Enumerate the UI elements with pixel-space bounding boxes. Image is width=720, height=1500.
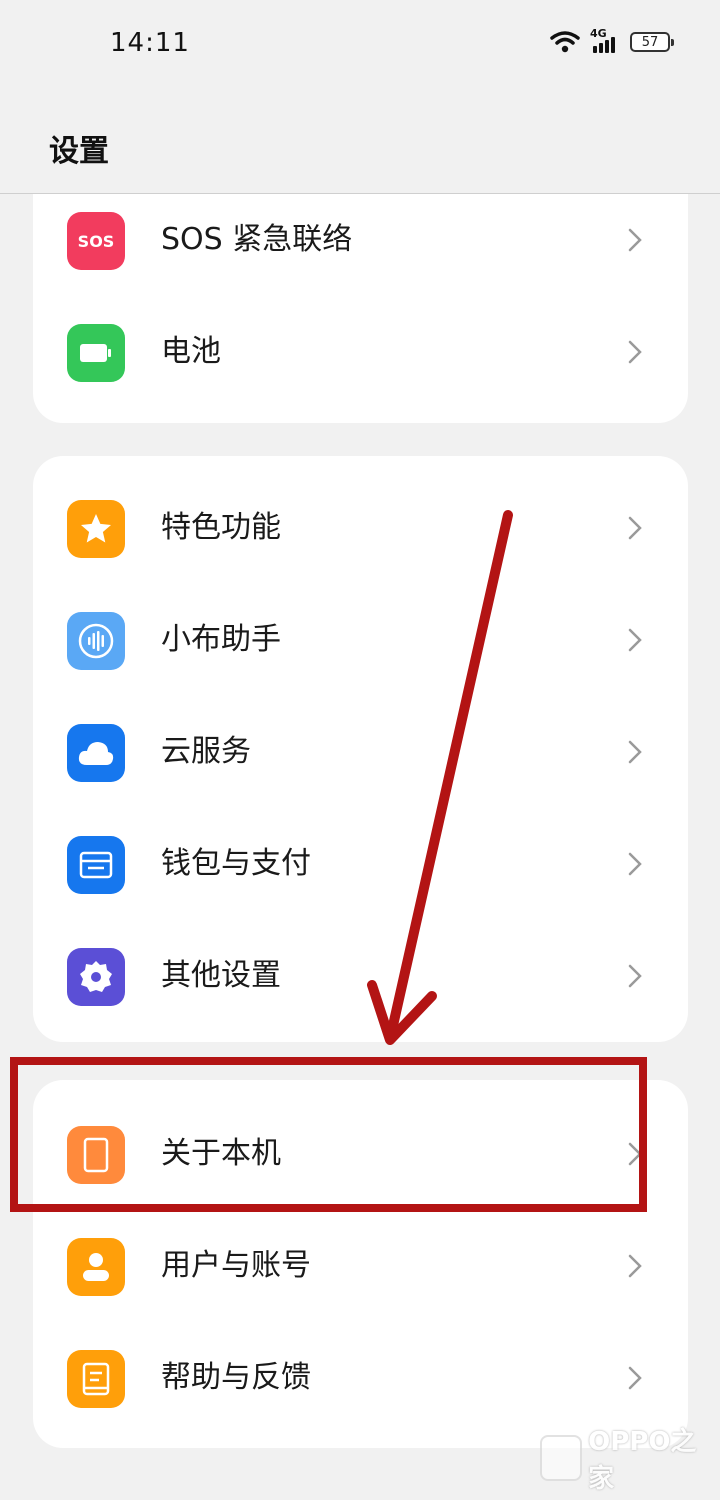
settings-item-label: 帮助与反馈 [161,1360,311,1395]
battery-status-icon: 57 [630,32,674,52]
sos-icon: SOS [67,212,125,270]
settings-item-user-account[interactable]: 用户与账号 [33,1210,688,1322]
chevron-right-icon [628,852,642,876]
gear-icon [67,948,125,1006]
settings-item-other-settings[interactable]: 其他设置 [33,920,688,1032]
chevron-right-icon [628,1366,642,1390]
watermark-text: OPPO之家 [588,1427,697,1494]
settings-list[interactable]: SOS SOS 紧急联络 电池 特色功能 小布助手 云服务 钱包与支付 其他设置… [0,194,720,1500]
cloud-icon [67,724,125,782]
chevron-right-icon [628,516,642,540]
settings-item-label: 云服务 [161,734,251,769]
chevron-right-icon [628,964,642,988]
settings-item-label: 用户与账号 [161,1248,311,1283]
page-title: 设置 [49,134,109,169]
chevron-right-icon [628,1254,642,1278]
chevron-right-icon [628,740,642,764]
settings-card-features: 特色功能 小布助手 云服务 钱包与支付 其他设置 [33,456,688,1042]
status-time: 14:11 [110,28,190,58]
settings-item-label: SOS 紧急联络 [161,222,353,257]
settings-card-safety: SOS SOS 紧急联络 电池 [33,194,688,423]
user-icon [67,1238,125,1296]
watermark: OPPO之家 [540,1427,710,1494]
wifi-icon [550,31,580,53]
status-icons: 4G 57 [550,28,674,54]
settings-item-label: 钱包与支付 [161,846,311,881]
watermark-logo-icon [540,1435,583,1481]
settings-item-features[interactable]: 特色功能 [33,472,688,584]
chevron-right-icon [628,340,642,364]
status-bar: 14:11 4G 57 [0,0,720,92]
settings-item-label: 特色功能 [161,510,281,545]
settings-item-assistant[interactable]: 小布助手 [33,584,688,696]
battery-icon [67,324,125,382]
settings-item-battery[interactable]: 电池 [33,296,688,408]
settings-item-wallet[interactable]: 钱包与支付 [33,808,688,920]
star-icon [67,500,125,558]
voice-assistant-icon [67,612,125,670]
settings-item-label: 其他设置 [161,958,281,993]
chevron-right-icon [628,628,642,652]
settings-item-label: 小布助手 [161,622,281,657]
settings-item-label: 电池 [161,334,221,369]
annotation-highlight-box [10,1057,647,1212]
help-book-icon [67,1350,125,1408]
wallet-icon [67,836,125,894]
settings-item-help-feedback[interactable]: 帮助与反馈 [33,1322,688,1434]
battery-level: 57 [641,34,659,50]
settings-item-sos[interactable]: SOS SOS 紧急联络 [33,194,688,296]
signal-icon: 4G [590,28,620,53]
settings-item-cloud[interactable]: 云服务 [33,696,688,808]
chevron-right-icon [628,228,642,252]
